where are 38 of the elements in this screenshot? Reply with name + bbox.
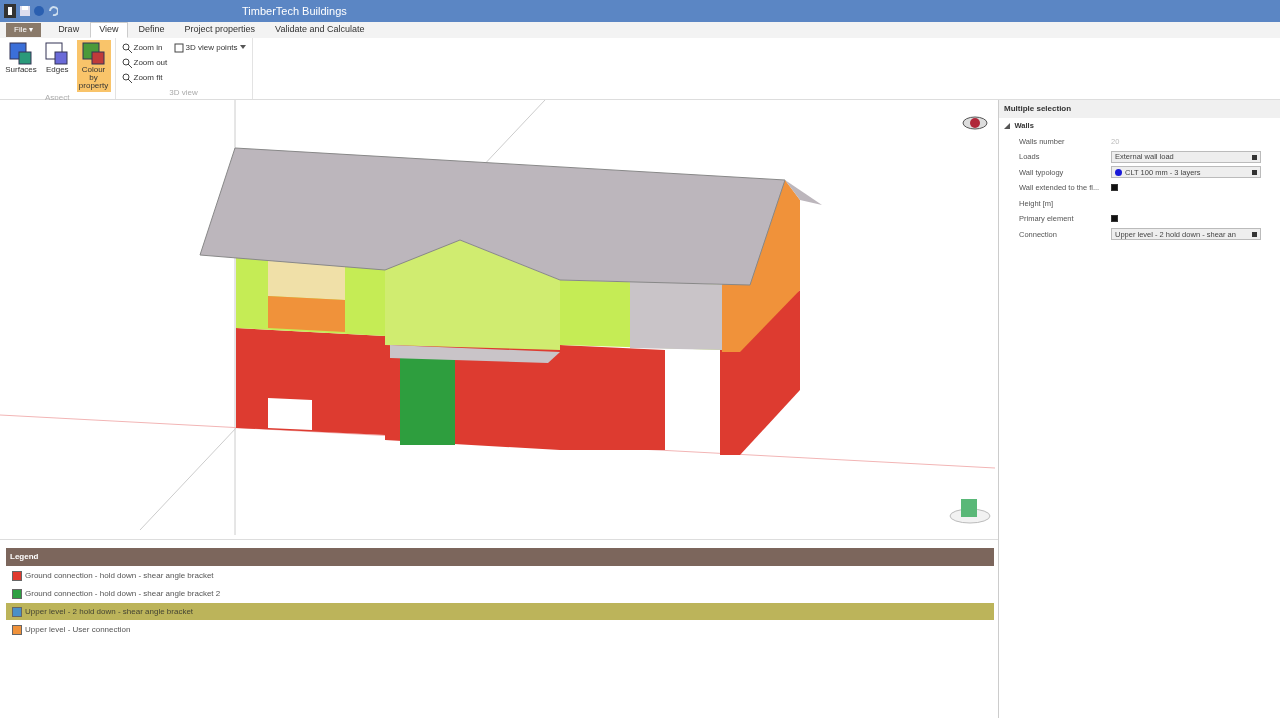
view-points-dropdown[interactable]: 3D view points xyxy=(171,40,248,55)
undo-icon[interactable] xyxy=(48,6,58,16)
zoom-button[interactable]: Zoom fit xyxy=(119,70,170,85)
ribbon-tab[interactable]: Define xyxy=(129,22,174,38)
legend-header: Legend xyxy=(6,548,994,566)
checkbox[interactable] xyxy=(1111,215,1118,223)
caret-icon xyxy=(239,45,246,50)
zoom-icon xyxy=(121,57,132,68)
legend-item[interactable]: Ground connection - hold down - shear angle bracket 2 xyxy=(6,585,994,602)
group-label: Aspect xyxy=(44,92,71,104)
legend-item[interactable]: Ground connection - hold down - shear angle bracket xyxy=(6,567,994,584)
view-icon xyxy=(173,42,184,53)
squares-icon xyxy=(45,42,70,66)
legend-item[interactable]: Upper level - User connection xyxy=(6,621,994,638)
group-label: 3D view xyxy=(168,87,199,99)
ribbon-tab[interactable]: View xyxy=(90,22,128,38)
ribbon-button[interactable]: Surfaces xyxy=(4,40,38,92)
zoom-icon xyxy=(121,42,132,53)
app-icon xyxy=(4,4,16,18)
panel-title: Multiple selection xyxy=(999,100,1280,118)
legend-item[interactable]: Upper level - 2 hold down - shear angle bracket xyxy=(6,603,994,620)
caret-icon xyxy=(1252,232,1257,238)
ribbon-tab[interactable]: Validate and Calculate xyxy=(266,22,374,38)
file-button[interactable]: File ▾ xyxy=(6,23,42,37)
ribbon-button[interactable]: Colour by property xyxy=(76,40,111,92)
view-eye-icon[interactable] xyxy=(962,115,988,131)
ribbon-tab[interactable]: Draw xyxy=(49,22,89,38)
zoom-button[interactable]: Zoom out xyxy=(119,55,170,70)
window-title: TimberTech Buildings xyxy=(242,3,347,19)
zoom-button[interactable]: Zoom in xyxy=(119,40,170,55)
zoom-icon xyxy=(121,72,132,83)
squares-icon xyxy=(81,42,106,66)
ribbon-button[interactable]: Edges xyxy=(40,40,75,92)
caret-icon xyxy=(1252,170,1257,176)
checkbox[interactable] xyxy=(1111,184,1118,192)
ribbon-tab[interactable]: Project properties xyxy=(175,22,265,38)
squares-icon xyxy=(9,42,33,66)
caret-icon xyxy=(1252,154,1257,160)
